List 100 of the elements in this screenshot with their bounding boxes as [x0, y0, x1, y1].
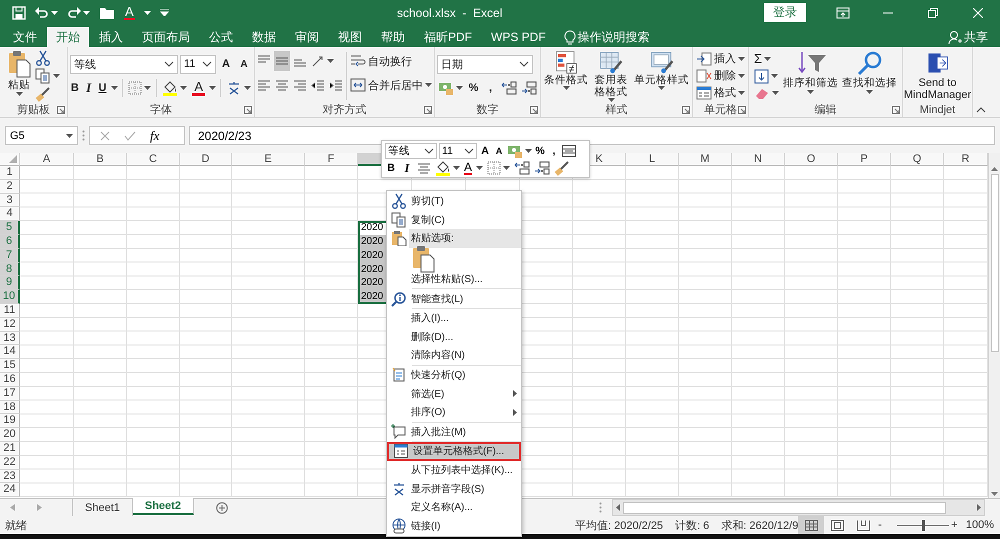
menu-item[interactable]: 快速分析(Q) — [387, 366, 521, 384]
column-header[interactable]: P — [838, 153, 891, 166]
sort-filter-button[interactable]: 排序和筛选 — [782, 50, 839, 102]
merge-center-button[interactable]: 合并后居中 — [349, 75, 433, 95]
slider-thumb[interactable] — [922, 520, 926, 530]
dialog-launcher-icon[interactable] — [530, 106, 538, 114]
ribbon-tab[interactable]: 文件 — [4, 27, 46, 47]
row-header[interactable]: 24 — [0, 483, 20, 498]
formula-field[interactable]: 2020/2/23 — [189, 126, 995, 145]
name-box-field[interactable]: G5 — [5, 126, 78, 145]
horizontal-scrollbar[interactable] — [612, 499, 985, 516]
row-header[interactable]: 5 — [0, 221, 20, 235]
paste-option-button[interactable] — [411, 244, 435, 273]
row-header[interactable]: 23 — [0, 470, 20, 484]
ribbon-tab[interactable]: 数据 — [243, 27, 285, 47]
ribbon-tab[interactable]: 福昕PDF — [415, 27, 481, 47]
column-header[interactable]: F — [305, 153, 358, 166]
dialog-launcher-icon[interactable] — [892, 106, 900, 114]
column-header[interactable]: B — [74, 153, 127, 166]
font-name-field[interactable]: 等线 — [385, 143, 437, 159]
vertical-scrollbar[interactable] — [988, 153, 1000, 498]
ribbon-tab[interactable]: 视图 — [329, 27, 371, 47]
format-style-button[interactable] — [507, 143, 532, 159]
dialog-launcher-icon[interactable] — [244, 106, 252, 114]
insert-function-button[interactable]: fx — [150, 128, 160, 144]
shrink-font-button[interactable]: A — [493, 146, 505, 156]
font-size-field[interactable]: 11 — [439, 143, 477, 159]
menu-item[interactable]: 显示拼音字段(S) — [387, 479, 521, 498]
column-header[interactable]: O — [785, 153, 838, 166]
increase-decimal-button[interactable] — [514, 161, 530, 175]
row-header[interactable]: 11 — [0, 304, 20, 318]
row-header[interactable]: 18 — [0, 400, 20, 414]
row-header[interactable]: 10 — [0, 290, 20, 304]
borders-button[interactable] — [487, 161, 510, 175]
zoom-in-button[interactable]: + — [950, 519, 958, 531]
row-header[interactable]: 20 — [0, 428, 20, 442]
row-header[interactable]: 22 — [0, 456, 20, 470]
bold-button[interactable]: B — [385, 162, 397, 174]
grow-font-button[interactable]: A — [479, 145, 491, 157]
column-header[interactable]: E — [232, 153, 305, 166]
share-button[interactable]: 共享 — [948, 27, 988, 47]
bold-button[interactable]: B — [70, 82, 80, 94]
dialog-launcher-icon[interactable] — [682, 106, 690, 114]
paste-button[interactable]: 粘贴 — [6, 50, 32, 102]
fill-color-button[interactable] — [435, 160, 460, 176]
table-format-button[interactable]: 套用表格格式 — [591, 50, 631, 102]
row-header[interactable]: 9 — [0, 276, 20, 290]
menu-item[interactable]: 定义名称(A)... — [387, 498, 521, 516]
redo-button[interactable] — [67, 6, 90, 20]
menu-item[interactable]: 设置单元格格式(F)... — [387, 442, 521, 461]
find-select-button[interactable]: 查找和选择 — [841, 50, 898, 102]
menu-item[interactable]: 筛选(E) — [387, 384, 521, 403]
comma-button[interactable]: , — [483, 82, 498, 94]
font-size-field[interactable]: 11 — [180, 54, 216, 74]
dialog-launcher-icon[interactable] — [57, 106, 65, 114]
delete-button[interactable]: 删除 — [695, 67, 746, 84]
column-header[interactable]: D — [180, 153, 232, 166]
row-header[interactable]: 4 — [0, 207, 20, 222]
menu-item[interactable]: 删除(D)... — [387, 328, 521, 346]
collapse-ribbon-button[interactable] — [976, 107, 986, 113]
menu-item[interactable]: 排序(O) — [387, 402, 521, 422]
format-painter-button[interactable] — [554, 160, 570, 176]
percent-button[interactable]: % — [466, 82, 481, 94]
row-header[interactable]: 17 — [0, 386, 20, 401]
column-header[interactable]: L — [626, 153, 679, 166]
fill-button[interactable] — [753, 68, 780, 84]
insert-button[interactable]: 插入 — [695, 50, 746, 67]
menu-item[interactable]: 清除内容(N) — [387, 346, 521, 365]
zoom-out-button[interactable]: - — [876, 519, 884, 531]
grow-font-button[interactable]: A — [218, 58, 234, 70]
font-color-button[interactable]: A — [464, 162, 472, 174]
menu-item[interactable]: 链接(I) — [387, 516, 521, 536]
dialog-launcher-icon[interactable] — [424, 106, 432, 114]
row-header[interactable]: 1 — [0, 166, 20, 180]
row-header[interactable]: 19 — [0, 414, 20, 428]
row-header[interactable]: 7 — [0, 248, 20, 263]
save-button[interactable] — [12, 6, 26, 20]
sheet-tab[interactable]: Sheet2 — [132, 498, 194, 515]
column-header[interactable]: A — [20, 153, 74, 166]
menu-item[interactable]: 插入批注(M) — [387, 422, 521, 442]
column-header[interactable]: C — [127, 153, 180, 166]
row-header[interactable]: 13 — [0, 332, 20, 346]
number-format-field[interactable]: 日期 — [437, 54, 533, 74]
undo-button[interactable] — [35, 6, 58, 20]
ribbon-tab[interactable]: 审阅 — [286, 27, 328, 47]
underline-button[interactable]: U — [98, 82, 108, 94]
comma-button[interactable]: , — [548, 145, 560, 157]
wrap-text-button[interactable]: 自动换行 — [349, 51, 413, 71]
customize-button[interactable] — [160, 9, 169, 16]
send-to-mindmanager-button[interactable]: Send to MindManager — [903, 50, 972, 102]
row-header[interactable]: 2 — [0, 180, 20, 194]
middle-align-button[interactable] — [274, 51, 290, 71]
conditional-format-button[interactable]: 条件格式 — [543, 50, 589, 102]
font-name-field[interactable]: 等线 — [70, 54, 178, 74]
ribbon-tab[interactable]: 插入 — [90, 27, 132, 47]
percent-button[interactable]: % — [534, 145, 546, 157]
autosum-button[interactable]: Σ — [753, 50, 780, 67]
copy-button[interactable] — [34, 68, 61, 84]
sign-in-button[interactable]: 登录 — [764, 3, 806, 22]
column-header[interactable]: M — [679, 153, 732, 166]
